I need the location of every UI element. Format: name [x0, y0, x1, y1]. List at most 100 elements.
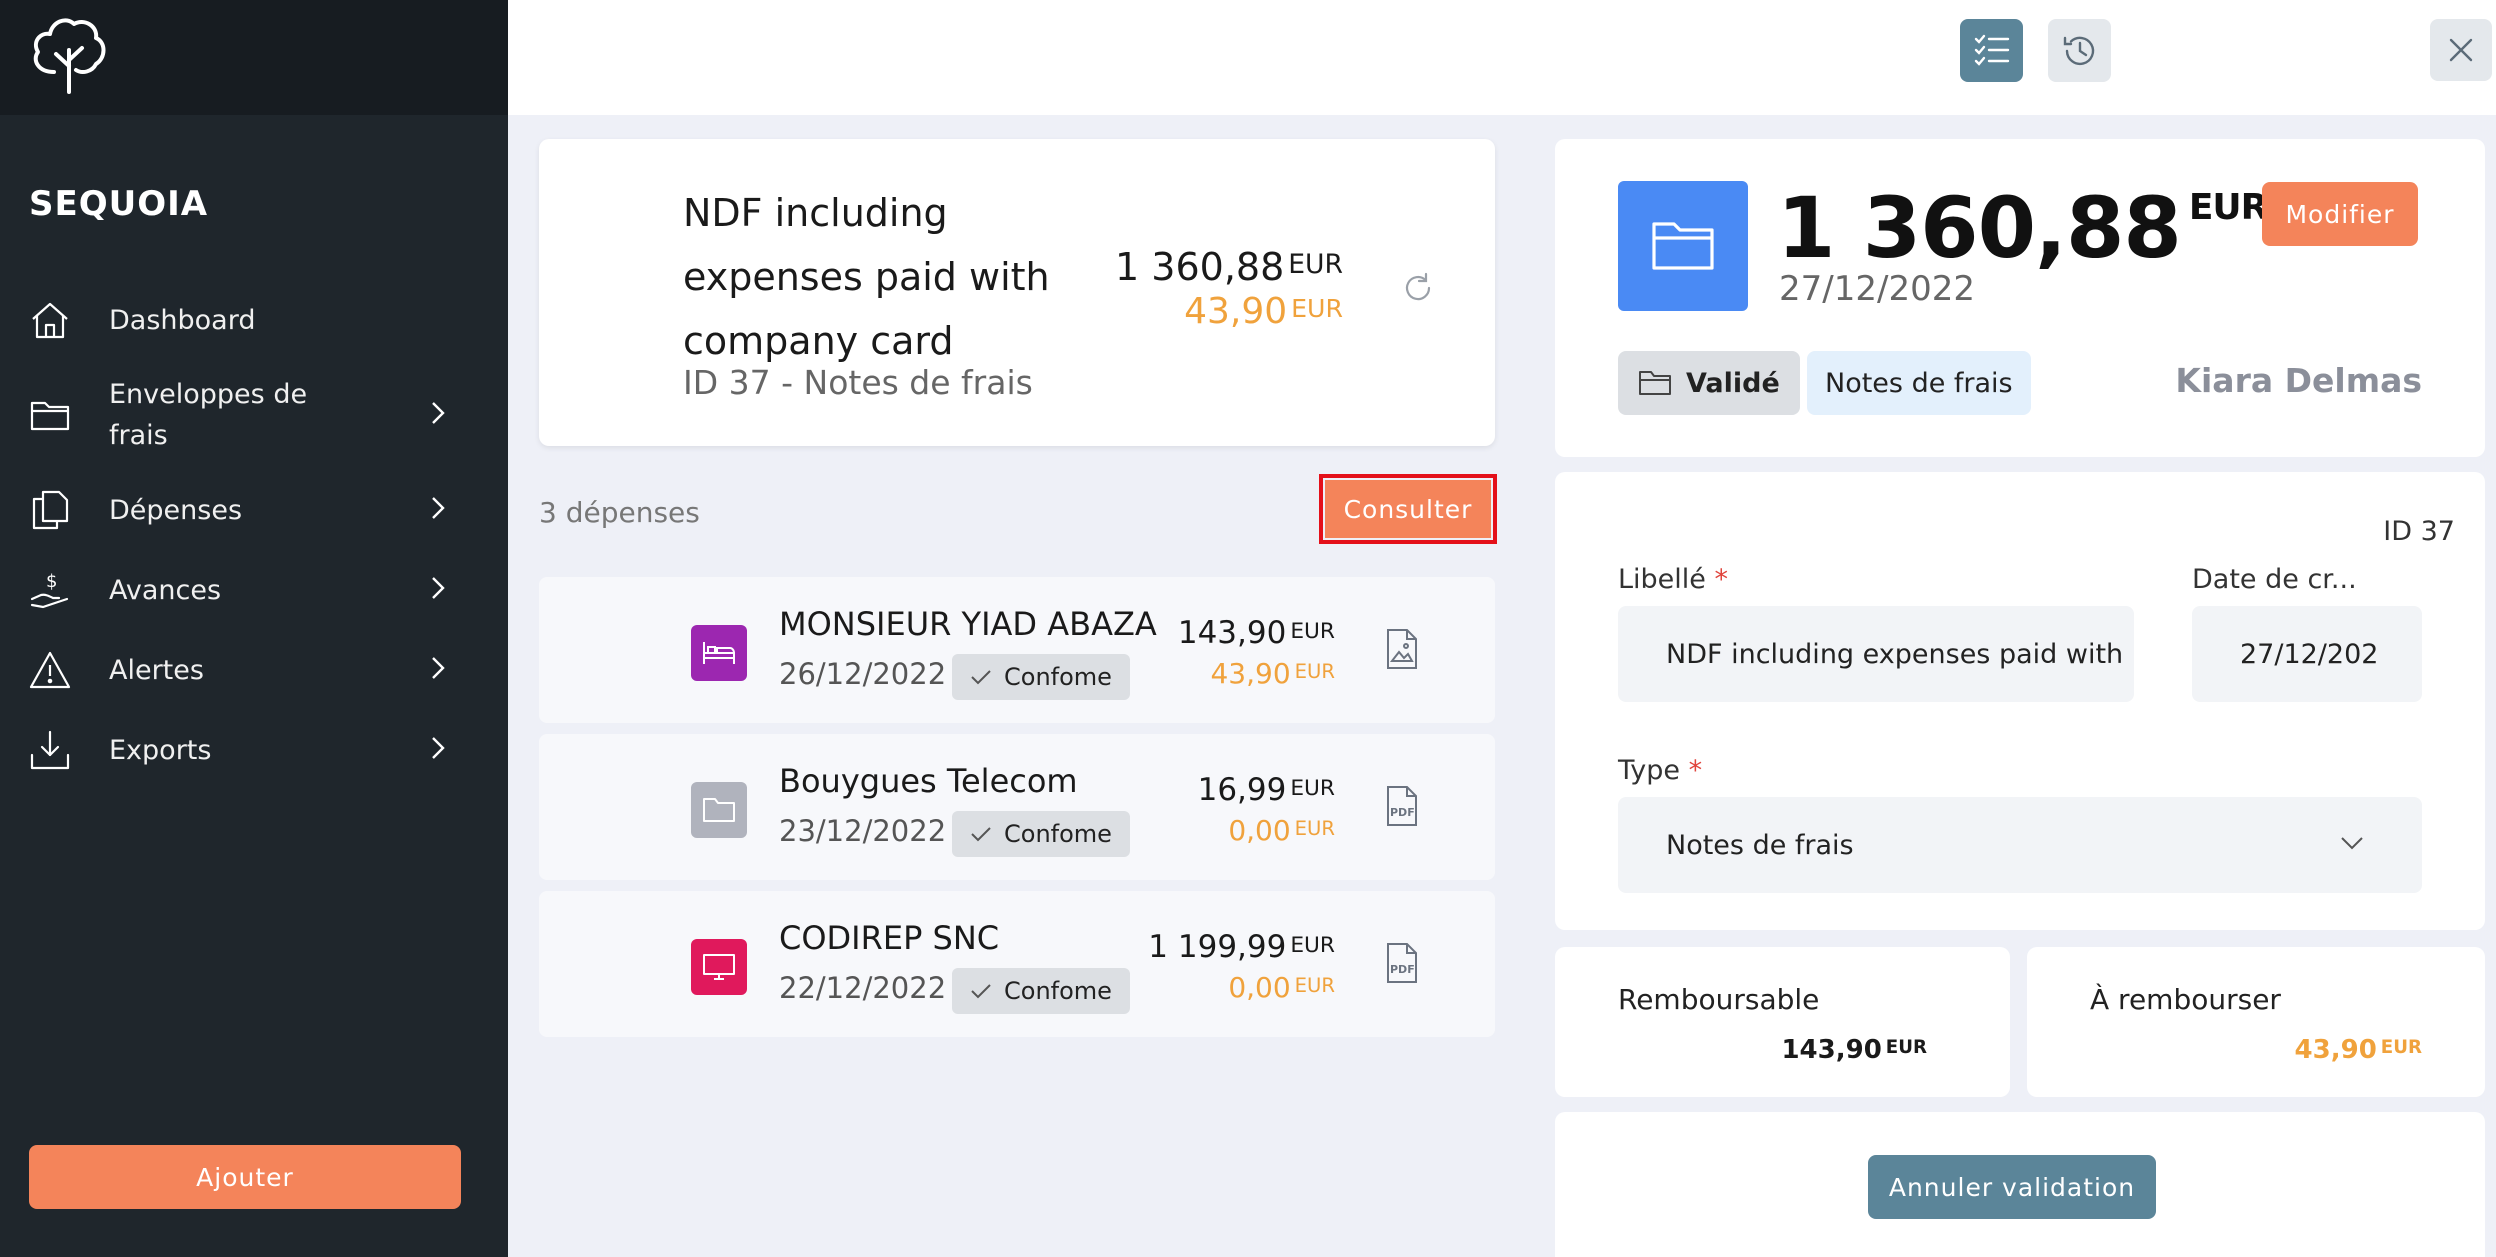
expense-merchant: CODIREP SNC	[779, 919, 1000, 957]
status-chip: Validé	[1618, 351, 1800, 415]
add-button[interactable]: Ajouter	[29, 1145, 461, 1209]
close-icon	[2449, 38, 2473, 62]
check-icon	[971, 984, 991, 999]
history-button[interactable]	[2048, 19, 2111, 82]
top-bar	[508, 0, 2496, 115]
a-rembourser-label: À rembourser	[2090, 983, 2281, 1016]
expense-amount: 16,99 EUR	[1197, 772, 1335, 808]
close-button[interactable]	[2430, 19, 2492, 81]
brand-name: SEQUOIA	[29, 184, 209, 224]
chevron-right-icon	[430, 495, 446, 525]
envelope-id: ID 37	[2383, 516, 2455, 547]
pdf-doc-icon[interactable]: PDF	[1385, 941, 1419, 989]
type-chip: Notes de frais	[1807, 351, 2031, 415]
folder-icon	[691, 782, 747, 838]
expense-amount: 1 199,99 EUR	[1148, 929, 1335, 965]
sidebar-item-exports[interactable]: Exports	[0, 710, 508, 790]
sidebar-item-alertes[interactable]: Alertes	[0, 630, 508, 710]
envelope-title: NDF including expenses paid with company…	[683, 191, 1050, 363]
remboursable-label: Remboursable	[1618, 983, 1820, 1016]
status-badge: Confome	[952, 968, 1130, 1014]
expense-amount: 143,90 EUR	[1177, 615, 1335, 651]
sidebar-item-enveloppes[interactable]: Enveloppes de frais	[0, 360, 508, 470]
expense-row[interactable]: Bouygues Telecom 23/12/2022 Confome 16,9…	[539, 734, 1495, 880]
monitor-icon	[691, 939, 747, 995]
expense-date: 22/12/2022	[779, 971, 947, 1005]
sidebar-nav: Dashboard Enveloppes de frais Dépenses $	[0, 280, 508, 790]
expense-refund: 0,00 EUR	[1228, 814, 1335, 847]
status-badge: Confome	[952, 654, 1130, 700]
expense-row[interactable]: CODIREP SNC 22/12/2022 Confome 1 199,99 E…	[539, 891, 1495, 1037]
download-icon	[28, 728, 72, 772]
expense-date: 23/12/2022	[779, 814, 947, 848]
sidebar-item-label: Enveloppes de frais	[109, 379, 308, 451]
chevron-right-icon	[430, 400, 446, 430]
sidebar-item-depenses[interactable]: Dépenses	[0, 470, 508, 550]
sidebar-item-avances[interactable]: $ Avances	[0, 550, 508, 630]
detail-date: 27/12/2022	[1779, 269, 1975, 309]
remboursable-box: Remboursable 143,90 EUR	[1555, 947, 2010, 1097]
history-icon	[2063, 36, 2094, 65]
consult-button-label: Consulter	[1325, 480, 1491, 538]
tree-logo-icon[interactable]	[26, 10, 112, 96]
expense-count: 3 dépenses	[539, 496, 700, 529]
svg-text:PDF: PDF	[1390, 963, 1415, 976]
expense-refund: 0,00 EUR	[1228, 971, 1335, 1004]
expense-merchant: MONSIEUR YIAD ABAZA	[779, 605, 1157, 643]
chevron-down-icon	[2341, 837, 2363, 850]
checklist-button[interactable]	[1960, 19, 2023, 82]
a-rembourser-box: À rembourser 43,90 EUR	[2027, 947, 2485, 1097]
money-hand-icon: $	[28, 568, 72, 612]
sidebar-item-label: Dashboard	[109, 304, 256, 336]
date-creation-label: Date de cr...	[2192, 564, 2357, 595]
consult-button[interactable]: Consulter	[1319, 474, 1497, 544]
cancel-validation-button[interactable]: Annuler validation	[1868, 1155, 2156, 1219]
check-icon	[971, 670, 991, 685]
type-select-value: Notes de frais	[1666, 829, 1854, 861]
remboursable-value: 143,90 EUR	[1781, 1035, 1927, 1065]
libelle-field[interactable]: NDF including expenses paid with	[1618, 606, 2134, 702]
documents-icon	[28, 488, 72, 532]
type-label: Type *	[1618, 755, 1703, 786]
image-doc-icon[interactable]	[1385, 627, 1419, 675]
folder-icon	[28, 393, 72, 437]
warning-icon	[28, 648, 72, 692]
status-badge: Confome	[952, 811, 1130, 857]
sidebar: SEQUOIA Dashboard Enveloppes de frais Dé…	[0, 0, 508, 1257]
chevron-right-icon	[430, 575, 446, 605]
a-rembourser-value: 43,90 EUR	[2294, 1035, 2422, 1065]
sidebar-item-dashboard[interactable]: Dashboard	[0, 280, 508, 360]
envelope-refund-amount: 43,90 EUR	[1184, 291, 1343, 332]
expense-date: 26/12/2022	[779, 657, 947, 691]
actions-card: Annuler validation	[1555, 1112, 2485, 1257]
check-icon	[971, 827, 991, 842]
modify-button[interactable]: Modifier	[2262, 182, 2418, 246]
expense-refund: 43,90 EUR	[1210, 657, 1335, 690]
refresh-icon[interactable]	[1401, 271, 1435, 309]
sidebar-item-label: Dépenses	[109, 494, 243, 526]
envelope-amount: 1 360,88 EUR	[1115, 245, 1343, 289]
expense-merchant: Bouygues Telecom	[779, 762, 1078, 800]
expense-row[interactable]: MONSIEUR YIAD ABAZA 26/12/2022 Confome 1…	[539, 577, 1495, 723]
pdf-doc-icon[interactable]: PDF	[1385, 784, 1419, 832]
logo-bar	[0, 0, 508, 115]
sidebar-item-label: Exports	[109, 734, 212, 766]
bed-icon	[691, 625, 747, 681]
home-icon	[28, 298, 72, 342]
type-select[interactable]: Notes de frais	[1618, 797, 2422, 893]
chevron-right-icon	[430, 655, 446, 685]
folder-icon	[1639, 371, 1671, 395]
sidebar-item-label: Avances	[109, 574, 222, 606]
libelle-label: Libellé *	[1618, 564, 1729, 595]
envelope-form: ID 37 Libellé * NDF including expenses p…	[1555, 472, 2485, 930]
svg-text:PDF: PDF	[1390, 806, 1415, 819]
sidebar-item-label: Alertes	[109, 654, 204, 686]
svg-text:$: $	[46, 571, 57, 592]
envelope-subtitle: ID 37 - Notes de frais	[683, 363, 1033, 402]
folder-icon	[1618, 181, 1748, 311]
envelope-summary-card[interactable]: NDF including expenses paid with company…	[539, 139, 1495, 446]
checklist-icon	[1974, 34, 2009, 66]
envelope-detail-header: 1 360,88 EUR 27/12/2022 Modifier Validé N…	[1555, 139, 2485, 457]
date-creation-field[interactable]: 27/12/202	[2192, 606, 2422, 702]
detail-amount: 1 360,88 EUR	[1777, 179, 2268, 277]
